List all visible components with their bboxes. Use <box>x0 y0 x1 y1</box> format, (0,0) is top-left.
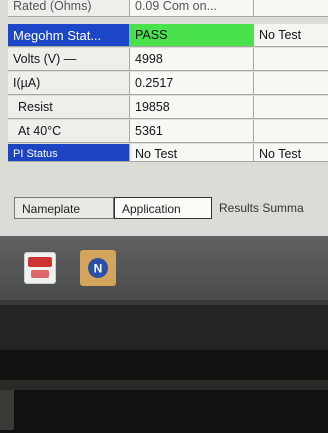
frame-ridge <box>0 380 328 390</box>
volts-label: Volts (V) — <box>8 48 130 71</box>
n-badge-letter: N <box>94 262 103 276</box>
app-icon-red-top-shape <box>28 257 52 267</box>
monitor-bezel <box>0 300 328 350</box>
screen: Rated (Ohms) 0.09 Com on... Megohm Stat.… <box>0 0 328 300</box>
n-badge-icon: N <box>88 258 108 278</box>
pi-status-value[interactable]: No Test <box>130 144 254 162</box>
resist-label: Resist <box>8 96 130 119</box>
table-row-current[interactable]: I(µA) 0.2517 <box>8 72 328 96</box>
partial-cell-extra <box>254 0 328 17</box>
at-40c-value[interactable]: 5361 <box>130 120 254 143</box>
table-row-at-40c[interactable]: At 40°C 5361 <box>8 120 328 144</box>
megohm-status-value[interactable]: PASS <box>130 24 254 47</box>
partial-cell-label: Rated (Ohms) <box>8 0 130 17</box>
tab-application[interactable]: Application <box>114 197 212 219</box>
pi-status-extra[interactable]: No Test <box>254 144 328 162</box>
bezel-edge <box>0 300 328 305</box>
volts-extra[interactable] <box>254 48 328 71</box>
app-icon-n[interactable]: N <box>80 250 116 286</box>
results-grid: Rated (Ohms) 0.09 Com on... Megohm Stat.… <box>8 0 328 168</box>
current-extra[interactable] <box>254 72 328 95</box>
current-label: I(µA) <box>8 72 130 95</box>
monitor-frame <box>0 350 328 433</box>
taskbar: N <box>0 236 328 300</box>
pi-status-label: PI Status <box>8 144 130 162</box>
table-row-megohm-status[interactable]: Megohm Stat... PASS No Test <box>8 24 328 48</box>
table-row-resist[interactable]: Resist 19858 <box>8 96 328 120</box>
partial-cell-value: 0.09 Com on... <box>130 0 254 17</box>
tab-bar: Nameplate Application Results Summa <box>14 197 328 221</box>
app-icon-red-bottom-shape <box>31 270 49 278</box>
resist-value[interactable]: 19858 <box>130 96 254 119</box>
tab-nameplate[interactable]: Nameplate <box>14 197 114 219</box>
current-value[interactable]: 0.2517 <box>130 72 254 95</box>
frame-glare <box>0 390 14 430</box>
at-40c-extra[interactable] <box>254 120 328 143</box>
app-icon-red[interactable] <box>24 252 56 284</box>
at-40c-label: At 40°C <box>8 120 130 143</box>
megohm-status-extra[interactable]: No Test <box>254 24 328 47</box>
table-row-volts[interactable]: Volts (V) — 4998 <box>8 48 328 72</box>
megohm-status-label: Megohm Stat... <box>8 24 130 47</box>
volts-value[interactable]: 4998 <box>130 48 254 71</box>
resist-extra[interactable] <box>254 96 328 119</box>
table-row-partial: Rated (Ohms) 0.09 Com on... <box>8 0 328 24</box>
table-row-pi-status[interactable]: PI Status No Test No Test <box>8 144 328 168</box>
tab-results-summary[interactable]: Results Summa <box>212 197 328 219</box>
